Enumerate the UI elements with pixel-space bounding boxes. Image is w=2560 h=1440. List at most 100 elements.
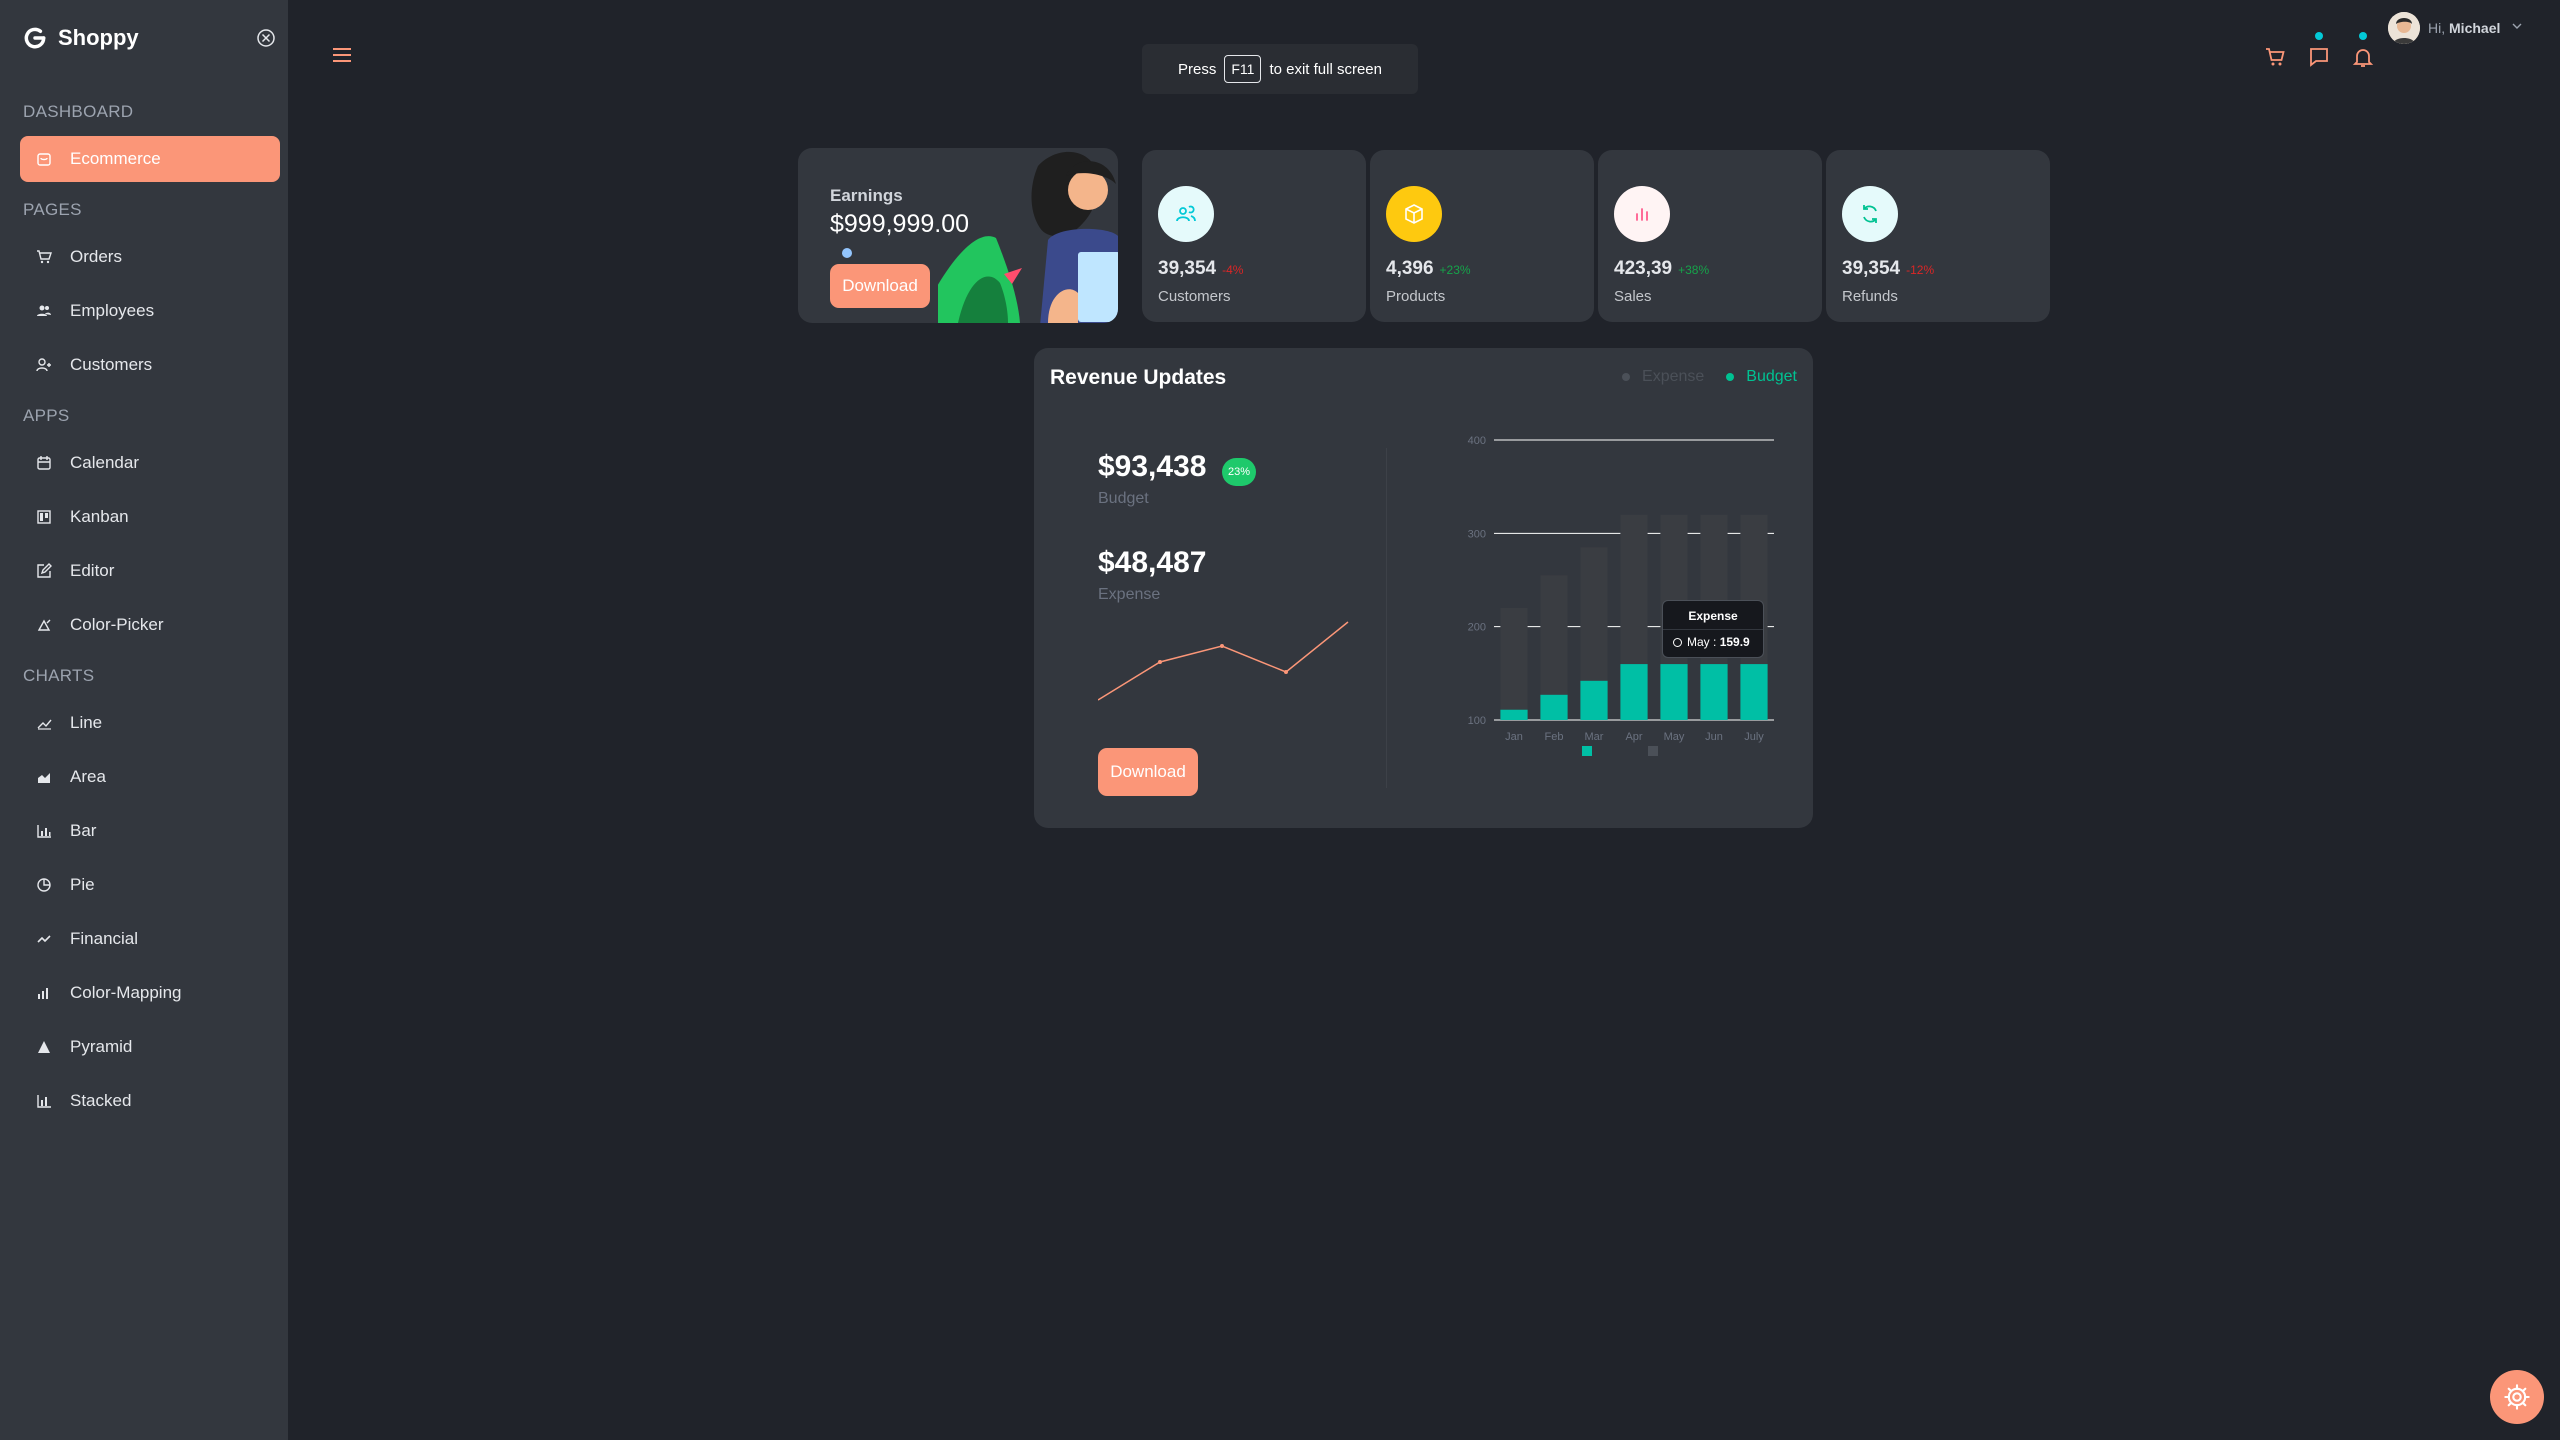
- legend-item-expense[interactable]: Expense: [1622, 368, 1704, 386]
- bar-budget[interactable]: [1740, 664, 1768, 720]
- settings-button[interactable]: [2490, 1370, 2544, 1424]
- stacked-icon: [36, 1093, 52, 1109]
- sidebar-item-employees[interactable]: Employees: [20, 288, 280, 334]
- sidebar-item-pyramid[interactable]: Pyramid: [20, 1024, 280, 1070]
- sidebar-item-financial[interactable]: Financial: [20, 916, 280, 962]
- tooltip-month: May: [1687, 635, 1710, 649]
- stat-change: +23%: [1439, 263, 1471, 277]
- bell-icon[interactable]: [2352, 46, 2374, 68]
- bar-budget[interactable]: [1540, 694, 1568, 720]
- bar-budget[interactable]: [1580, 680, 1608, 720]
- bar-budget[interactable]: [1620, 664, 1648, 720]
- bar-expense[interactable]: [1500, 608, 1528, 720]
- revenue-updates-card: Revenue Updates Expense Budget $93,438 2…: [1034, 348, 1813, 828]
- y-tick-label: 100: [1468, 715, 1486, 727]
- color-picker-icon: [36, 617, 52, 633]
- color-mapping-icon: [36, 985, 52, 1001]
- sidebar-item-color-picker[interactable]: Color-Picker: [20, 602, 280, 648]
- sidebar-item-kanban[interactable]: Kanban: [20, 494, 280, 540]
- avatar[interactable]: [2388, 12, 2420, 44]
- user-greeting[interactable]: Hi, Michael: [2428, 20, 2500, 36]
- sidebar-item-calendar[interactable]: Calendar: [20, 440, 280, 486]
- y-tick-label: 300: [1468, 528, 1486, 540]
- bar-budget[interactable]: [1660, 664, 1688, 720]
- sidebar-item-ecommerce[interactable]: Ecommerce: [20, 136, 280, 182]
- sidebar-item-stacked[interactable]: Stacked: [20, 1078, 280, 1124]
- sidebar-item-area[interactable]: Area: [20, 754, 280, 800]
- revenue-bar-chart[interactable]: 100 200 300 400 Jan Feb Mar Apr May Jun July: [1434, 424, 1794, 764]
- greeting-text: Hi,: [2428, 20, 2446, 36]
- revenue-download-button[interactable]: Download: [1098, 748, 1198, 796]
- earnings-label: Earnings: [830, 186, 903, 205]
- financial-icon: [36, 931, 52, 947]
- pie-chart-icon: [36, 877, 52, 893]
- stat-number: 39,354: [1158, 258, 1217, 279]
- sidebar-item-color-mapping[interactable]: Color-Mapping: [20, 970, 280, 1016]
- customers-icon[interactable]: [1158, 186, 1214, 242]
- chat-icon[interactable]: [2308, 46, 2330, 68]
- earnings-download-button[interactable]: Download: [830, 264, 930, 308]
- sidebar-item-label: Stacked: [70, 1091, 132, 1110]
- sidebar-item-pie[interactable]: Pie: [20, 862, 280, 908]
- stat-change: +38%: [1678, 263, 1710, 277]
- chart-tooltip: Expense May : 159.9: [1662, 600, 1764, 658]
- legend-item-budget[interactable]: Budget: [1726, 368, 1797, 386]
- menu-icon[interactable]: [332, 47, 352, 63]
- sidebar-item-line[interactable]: Line: [20, 700, 280, 746]
- cart-icon[interactable]: [2264, 46, 2286, 68]
- fullscreen-notice: Press F11 to exit full screen: [1142, 44, 1418, 94]
- refresh-icon[interactable]: [1842, 186, 1898, 242]
- sidebar-item-customers[interactable]: Customers: [20, 342, 280, 388]
- user-name: Michael: [2449, 20, 2501, 36]
- stat-label: Products: [1386, 288, 1446, 305]
- bar-budget[interactable]: [1500, 709, 1528, 720]
- sidebar-item-label: Customers: [70, 355, 153, 374]
- logo[interactable]: Shoppy: [22, 22, 276, 54]
- box-icon[interactable]: [1386, 186, 1442, 242]
- stat-label: Refunds: [1842, 288, 1898, 305]
- bar-chart-icon[interactable]: [1614, 186, 1670, 242]
- sidebar-item-bar[interactable]: Bar: [20, 808, 280, 854]
- tooltip-marker: [1673, 637, 1682, 647]
- gear-icon: [2504, 1384, 2530, 1410]
- pyramid-icon: [36, 1039, 52, 1055]
- stat-value: 39,354 -4%: [1158, 258, 1243, 280]
- stat-card-sales: 423,39 +38% Sales: [1598, 150, 1822, 322]
- tooltip-title: Expense: [1663, 609, 1763, 630]
- shoppy-logo-icon: [24, 27, 46, 49]
- chat-notification-dot: [2315, 32, 2323, 40]
- x-tick-label: July: [1744, 731, 1764, 743]
- stat-card-products: 4,396 +23% Products: [1370, 150, 1594, 322]
- calendar-icon: [36, 455, 52, 471]
- sidebar-item-label: Line: [70, 713, 103, 732]
- section-title-charts: CHARTS: [23, 666, 95, 685]
- earnings-card: Earnings $999,999.00 Download: [798, 148, 1118, 323]
- sparkline: [1098, 621, 1349, 701]
- fullscreen-notice-prefix: Press: [1178, 60, 1217, 78]
- stat-change: -4%: [1222, 263, 1244, 277]
- sidebar-item-orders[interactable]: Orders: [20, 234, 280, 280]
- chart-legend-glyph-budget: [1582, 746, 1592, 756]
- expense-amount: $48,487: [1098, 546, 1207, 579]
- stat-value: 4,396 +23%: [1386, 258, 1471, 280]
- section-title-apps: APPS: [23, 406, 70, 425]
- edit-icon: [36, 563, 52, 579]
- sidebar-item-editor[interactable]: Editor: [20, 548, 280, 594]
- sidebar-item-label: Color-Picker: [70, 615, 164, 634]
- section-title-dashboard: DASHBOARD: [23, 102, 134, 121]
- cart-icon: [36, 249, 52, 265]
- sidebar-item-label: Pie: [70, 875, 95, 894]
- tooltip-row: May : 159.9: [1673, 635, 1750, 649]
- stat-value: 39,354 -12%: [1842, 258, 1934, 280]
- chart-legend: Expense Budget: [1600, 368, 1797, 386]
- x-tick-label: Apr: [1625, 731, 1642, 743]
- bar-budget[interactable]: [1700, 664, 1728, 720]
- tooltip-value: 159.9: [1719, 635, 1750, 649]
- chevron-down-icon[interactable]: [2512, 22, 2522, 30]
- kanban-icon: [36, 509, 52, 525]
- bar-chart-icon: [36, 823, 52, 839]
- close-sidebar-icon[interactable]: [256, 28, 276, 48]
- legend-label: Expense: [1642, 368, 1705, 385]
- sidebar-item-label: Bar: [70, 821, 97, 840]
- budget-amount: $93,438: [1098, 450, 1207, 483]
